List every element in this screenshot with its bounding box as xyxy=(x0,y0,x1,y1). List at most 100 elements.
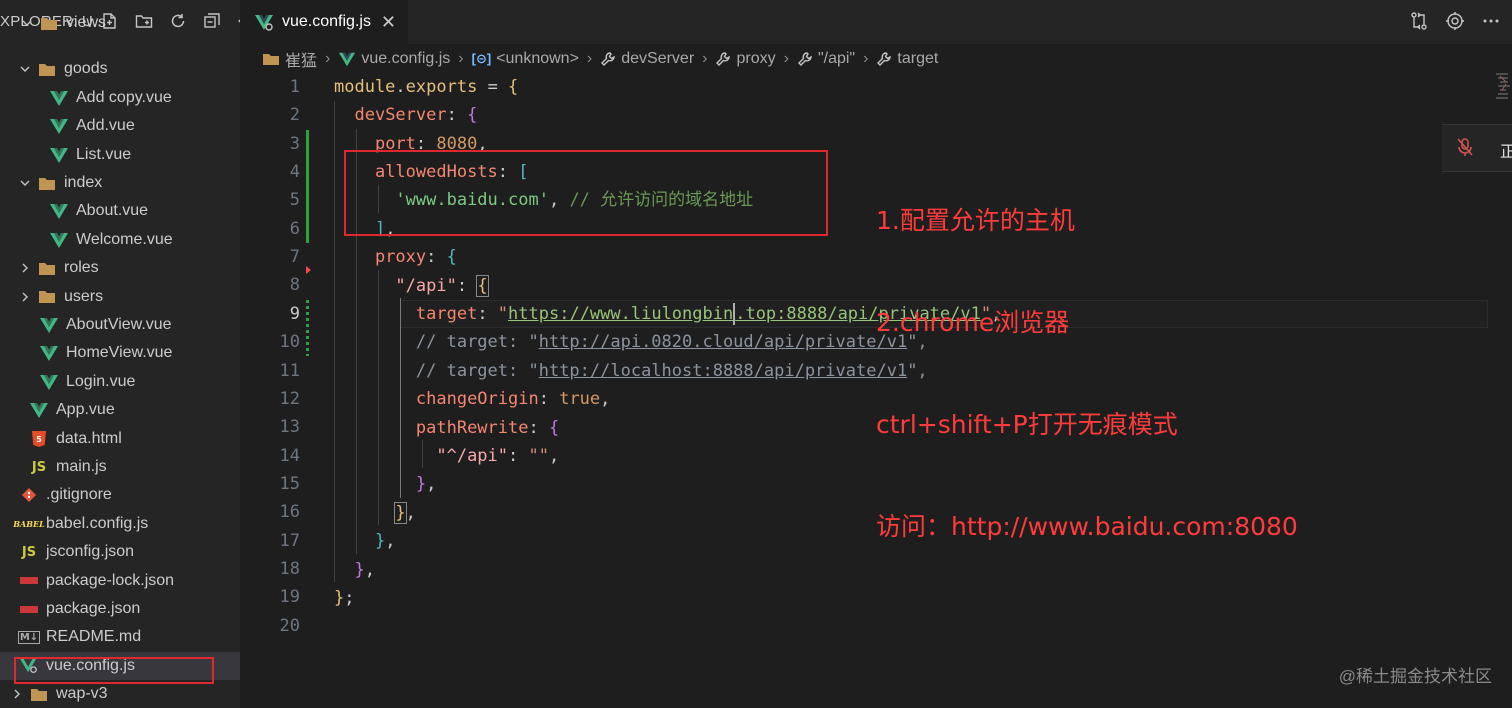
folder-icon xyxy=(38,259,56,277)
git-file-icon xyxy=(20,486,38,504)
tree-item-label: users xyxy=(64,288,103,306)
tree-file[interactable]: Add copy.vue xyxy=(0,84,240,112)
annotation-line-2: 2.chrome浏览器 xyxy=(876,306,1298,340)
line-number: 20 xyxy=(240,612,300,640)
annotation-text: 1.配置允许的主机 2.chrome浏览器 ctrl+shift+P打开无痕模式… xyxy=(876,136,1298,578)
chevron-right-icon: › xyxy=(784,50,789,68)
breadcrumb-file[interactable]: vue.config.js xyxy=(338,50,450,68)
chevron-right-icon: › xyxy=(863,50,868,68)
tab-vue-config[interactable]: vue.config.js ✕ xyxy=(240,0,408,44)
tree-item-label: package.json xyxy=(46,600,140,618)
tree-file[interactable]: .gitignore xyxy=(0,481,240,509)
code-line-12: changeOrigin: true, xyxy=(334,385,610,413)
code-line-13: pathRewrite: { xyxy=(334,414,559,442)
breadcrumb: 崔猛 › vue.config.js › [⊝] <unknown> › dev… xyxy=(240,44,1512,74)
tab-label: vue.config.js xyxy=(282,13,371,31)
line-number: 5 xyxy=(240,186,300,214)
breadcrumb-devserver-label: devServer xyxy=(621,50,694,68)
line-number: 15 xyxy=(240,470,300,498)
breadcrumb-devserver[interactable]: devServer xyxy=(600,50,694,68)
folder-icon xyxy=(40,14,58,32)
tree-item-label: About.vue xyxy=(76,202,148,220)
git-modified-marker xyxy=(306,300,309,356)
tree-file[interactable]: BABELbabel.config.js xyxy=(0,510,240,538)
tree-folder[interactable]: users xyxy=(0,283,240,311)
annotation-line-1: 1.配置允许的主机 xyxy=(876,204,1298,238)
breadcrumb-folder-label: 崔猛 xyxy=(285,47,317,71)
folder-icon xyxy=(38,60,56,78)
watermark: @稀土掘金技术社区 xyxy=(1339,662,1492,687)
more-actions-icon[interactable] xyxy=(1480,10,1502,32)
tree-item-label: jsconfig.json xyxy=(46,543,134,561)
tree-folder[interactable]: goods xyxy=(0,55,240,83)
chevron-right-icon xyxy=(18,261,32,275)
breadcrumb-api-label: "/api" xyxy=(818,50,855,68)
line-number: 7 xyxy=(240,243,300,271)
tree-item-label: index xyxy=(64,174,102,192)
annotation-line-4: 访问：http://www.baidu.com:8080 xyxy=(876,510,1298,544)
tree-file[interactable]: package-lock.json xyxy=(0,567,240,595)
vue-file-icon xyxy=(50,89,68,107)
tree-file[interactable]: JSmain.js xyxy=(0,453,240,481)
variable-icon: [⊝] xyxy=(472,51,492,67)
json-file-icon: JS xyxy=(20,543,38,561)
tree-folder[interactable]: index xyxy=(0,169,240,197)
line-number: 1 xyxy=(240,73,300,101)
breadcrumb-api[interactable]: "/api" xyxy=(797,50,855,68)
tree-file[interactable]: Welcome.vue xyxy=(0,226,240,254)
code-line-7: proxy: { xyxy=(334,243,457,271)
tree-item-label: package-lock.json xyxy=(46,572,174,590)
line-number: 9 xyxy=(240,300,300,328)
tree-item-label: Add copy.vue xyxy=(76,89,172,107)
minimap[interactable] xyxy=(1486,70,1512,110)
javascript-file-icon: JS xyxy=(30,458,48,476)
tree-item-label: views xyxy=(66,14,106,32)
tree-folder[interactable]: wap-v3 xyxy=(0,680,240,708)
tree-file[interactable]: 5data.html xyxy=(0,425,240,453)
close-icon[interactable]: ✕ xyxy=(381,12,396,33)
tree-file[interactable]: App.vue xyxy=(0,396,240,424)
tree-file[interactable]: AboutView.vue xyxy=(0,311,240,339)
ime-mode-label[interactable]: 正 xyxy=(1500,138,1512,162)
tree-file[interactable]: Login.vue xyxy=(0,368,240,396)
breadcrumb-unknown[interactable]: [⊝] <unknown> xyxy=(472,50,579,68)
line-number: 19 xyxy=(240,583,300,611)
tree-file[interactable]: About.vue xyxy=(0,197,240,225)
tree-file[interactable]: HomeView.vue xyxy=(0,339,240,367)
mic-muted-icon[interactable] xyxy=(1456,137,1474,162)
breadcrumb-target[interactable]: target xyxy=(876,50,938,68)
tree-folder[interactable]: roles xyxy=(0,254,240,282)
git-deleted-marker xyxy=(306,266,311,274)
svg-text:5: 5 xyxy=(36,435,42,444)
tree-file[interactable]: Add.vue xyxy=(0,112,240,140)
breadcrumb-proxy[interactable]: proxy xyxy=(715,50,775,68)
compare-changes-icon[interactable] xyxy=(1408,10,1430,32)
breadcrumb-folder[interactable]: 崔猛 xyxy=(262,47,317,71)
annotation-line-3: ctrl+shift+P打开无痕模式 xyxy=(876,408,1298,442)
vue-file-icon xyxy=(50,202,68,220)
chevron-right-icon: › xyxy=(587,50,592,68)
folder-icon xyxy=(30,685,48,703)
tree-file[interactable]: List.vue xyxy=(0,141,240,169)
wrench-icon xyxy=(876,51,892,67)
editor-actions xyxy=(1408,10,1502,32)
tree-file[interactable]: package.json xyxy=(0,595,240,623)
wrench-icon xyxy=(600,51,616,67)
code-line-14: "^/api": "", xyxy=(334,442,559,470)
folder-icon xyxy=(38,174,56,192)
tree-folder[interactable]: views xyxy=(0,13,240,33)
settings-icon[interactable] xyxy=(1444,10,1466,32)
chevron-down-icon xyxy=(18,176,32,190)
vue-config-icon xyxy=(254,12,274,32)
chevron-right-icon xyxy=(10,687,24,701)
vue-file-icon xyxy=(30,401,48,419)
vue-file-icon xyxy=(40,373,58,391)
tree-item-label: wap-v3 xyxy=(56,685,108,703)
breadcrumb-file-label: vue.config.js xyxy=(361,50,450,68)
tree-item-label: HomeView.vue xyxy=(66,344,172,362)
npm-file-icon xyxy=(20,600,38,618)
code-line-18: }, xyxy=(334,556,375,584)
tree-file[interactable]: JS jsconfig.json xyxy=(0,538,240,566)
ime-widget[interactable]: 正 xyxy=(1442,124,1512,172)
tree-file[interactable]: M↓README.md xyxy=(0,623,240,651)
